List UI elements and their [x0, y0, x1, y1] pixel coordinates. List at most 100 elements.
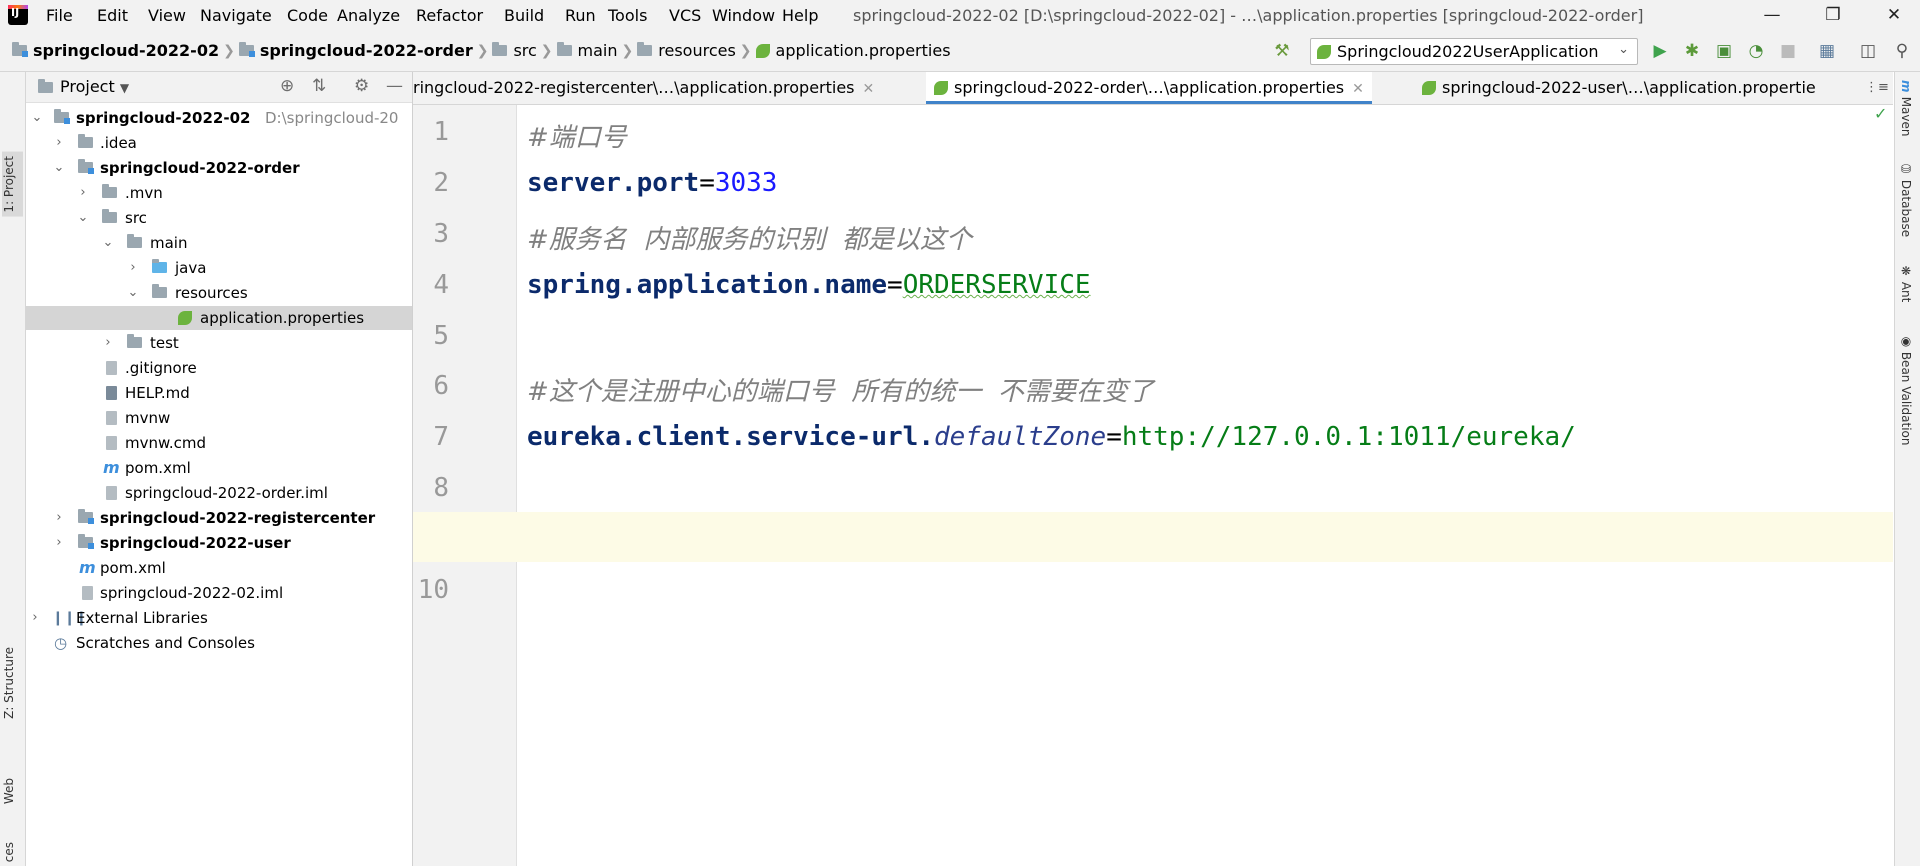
locate-crosshair-icon[interactable]: ⊕: [280, 76, 294, 96]
tree-item[interactable]: m pom.xml: [26, 456, 412, 480]
run-with-coverage-icon[interactable]: ▣: [1712, 39, 1736, 63]
tree-item-selected[interactable]: application.properties: [26, 306, 412, 330]
terminal-icon[interactable]: ◫: [1856, 39, 1880, 63]
close-window-icon[interactable]: ✕: [1870, 0, 1918, 31]
restore-icon[interactable]: ❐: [1809, 0, 1857, 31]
breadcrumb-item[interactable]: application.properties: [776, 41, 951, 60]
project-structure-icon[interactable]: ▦: [1815, 39, 1839, 63]
menu-code[interactable]: Code: [287, 6, 328, 25]
editor-tab[interactable]: springcloud-2022-user\…\application.prop…: [1416, 72, 1816, 104]
tab-list-menu-icon[interactable]: ⋮≡: [1861, 72, 1893, 104]
tree-item[interactable]: springcloud-2022-order.iml: [26, 481, 412, 505]
build-hammer-icon[interactable]: ⚒: [1270, 39, 1294, 63]
chevron-right-icon[interactable]: ›: [101, 331, 115, 355]
chevron-down-icon[interactable]: ⌄: [76, 206, 90, 230]
breadcrumb-item[interactable]: springcloud-2022-order: [260, 41, 473, 60]
tab-project[interactable]: 1: Project: [2, 152, 23, 217]
tree-item-label: main: [150, 234, 188, 252]
inspection-ok-icon[interactable]: ✓: [1874, 104, 1887, 123]
tab-maven[interactable]: m Maven: [1899, 80, 1913, 136]
tree-item[interactable]: › test: [26, 331, 412, 355]
menu-refactor[interactable]: Refactor: [416, 6, 483, 25]
chevron-right-icon[interactable]: ›: [76, 181, 90, 205]
line-number: 4: [433, 270, 449, 300]
tree-item[interactable]: ⌄ src: [26, 206, 412, 230]
gear-icon[interactable]: ⚙: [354, 76, 369, 96]
tree-item[interactable]: springcloud-2022-02.iml: [26, 581, 412, 605]
tree-item[interactable]: ⌄ resources: [26, 281, 412, 305]
chevron-down-icon[interactable]: ⌄: [126, 281, 140, 305]
run-icon[interactable]: ▶: [1648, 39, 1672, 63]
breadcrumb-item[interactable]: src: [513, 41, 536, 60]
maven-icon: m: [1899, 80, 1913, 97]
chevron-down-icon[interactable]: ⌄: [30, 106, 44, 130]
menu-build[interactable]: Build: [504, 6, 544, 25]
menu-edit[interactable]: Edit: [97, 6, 128, 25]
chevron-right-icon: ❯: [540, 42, 553, 59]
debug-bug-icon[interactable]: ✱: [1680, 39, 1704, 63]
menu-vcs[interactable]: VCS: [669, 6, 701, 25]
hide-panel-icon[interactable]: —: [386, 76, 403, 96]
tree-item[interactable]: › java: [26, 256, 412, 280]
chevron-right-icon[interactable]: ›: [126, 256, 140, 280]
tree-item[interactable]: › .mvn: [26, 181, 412, 205]
search-icon[interactable]: ⚲: [1890, 39, 1914, 63]
chevron-right-icon[interactable]: ›: [52, 131, 66, 155]
tree-item-label: HELP.md: [125, 384, 190, 402]
minimize-icon[interactable]: —: [1748, 0, 1796, 31]
chevron-down-icon[interactable]: ⌄: [52, 156, 66, 180]
bean-validation-icon: ◉: [1899, 334, 1913, 352]
tab-ant[interactable]: ❋ Ant: [1899, 264, 1913, 302]
tab-favorites[interactable]: ces: [2, 842, 16, 862]
menu-run[interactable]: Run: [565, 6, 596, 25]
chevron-right-icon[interactable]: ›: [52, 506, 66, 530]
tab-structure[interactable]: Z: Structure: [2, 647, 16, 719]
tree-item[interactable]: .gitignore: [26, 356, 412, 380]
folder-icon: [556, 42, 572, 56]
tree-item[interactable]: ⌄ springcloud-2022-02 D:\springcloud-20: [26, 106, 412, 130]
editor-tab[interactable]: ringcloud-2022-registercenter\…\applicat…: [413, 72, 874, 104]
code-editor[interactable]: #端口号 server.port=3033 #服务名 内部服务的识别 都是以这个…: [517, 105, 1893, 866]
module-folder-icon: [54, 109, 70, 124]
breadcrumb-item[interactable]: main: [578, 41, 618, 60]
tree-item[interactable]: › springcloud-2022-registercenter: [26, 506, 412, 530]
chevron-right-icon[interactable]: ›: [52, 531, 66, 555]
spring-leaf-icon: [1422, 81, 1436, 95]
chevron-down-icon[interactable]: ⌄: [101, 231, 115, 255]
tree-item[interactable]: HELP.md: [26, 381, 412, 405]
menu-analyze[interactable]: Analyze: [337, 6, 400, 25]
menu-window[interactable]: Window: [712, 6, 775, 25]
menu-file[interactable]: File: [46, 6, 73, 25]
breadcrumb-item[interactable]: springcloud-2022-02: [33, 41, 219, 60]
folder-icon: [492, 42, 508, 56]
tree-item[interactable]: › ❙❙❙ External Libraries: [26, 606, 412, 630]
menu-tools[interactable]: Tools: [608, 6, 647, 25]
menu-help[interactable]: Help: [782, 6, 818, 25]
tab-bean-validation[interactable]: ◉ Bean Validation: [1899, 334, 1913, 445]
menu-view[interactable]: View: [148, 6, 186, 25]
tree-item[interactable]: ⌄ main: [26, 231, 412, 255]
tree-item[interactable]: m pom.xml: [26, 556, 412, 580]
project-view-selector[interactable]: Project ▼: [60, 77, 129, 96]
chevron-right-icon[interactable]: ›: [28, 606, 42, 630]
tab-database[interactable]: ⛁ Database: [1899, 162, 1913, 237]
profile-icon[interactable]: ◔: [1744, 39, 1768, 63]
collapse-all-icon[interactable]: ⇅: [312, 76, 326, 96]
close-tab-icon[interactable]: ✕: [1352, 81, 1364, 97]
ant-icon: ❋: [1899, 264, 1913, 282]
close-tab-icon[interactable]: ✕: [863, 81, 875, 97]
stop-icon[interactable]: ■: [1776, 39, 1800, 63]
menu-navigate[interactable]: Navigate: [200, 6, 272, 25]
maven-pom-icon: m: [79, 558, 96, 577]
breadcrumb-item[interactable]: resources: [658, 41, 736, 60]
editor-tab-active[interactable]: springcloud-2022-order\…\application.pro…: [926, 72, 1372, 104]
run-configuration-dropdown[interactable]: Springcloud2022UserApplication ⌄: [1310, 38, 1638, 65]
tree-item[interactable]: › springcloud-2022-user: [26, 531, 412, 555]
tree-item[interactable]: ◷ Scratches and Consoles: [26, 631, 412, 655]
tree-item[interactable]: ⌄ springcloud-2022-order: [26, 156, 412, 180]
tab-web[interactable]: Web: [2, 778, 16, 804]
tree-item[interactable]: › .idea: [26, 131, 412, 155]
tree-item[interactable]: mvnw.cmd: [26, 431, 412, 455]
tree-item[interactable]: mvnw: [26, 406, 412, 430]
tree-item-label: springcloud-2022-registercenter: [100, 509, 376, 527]
